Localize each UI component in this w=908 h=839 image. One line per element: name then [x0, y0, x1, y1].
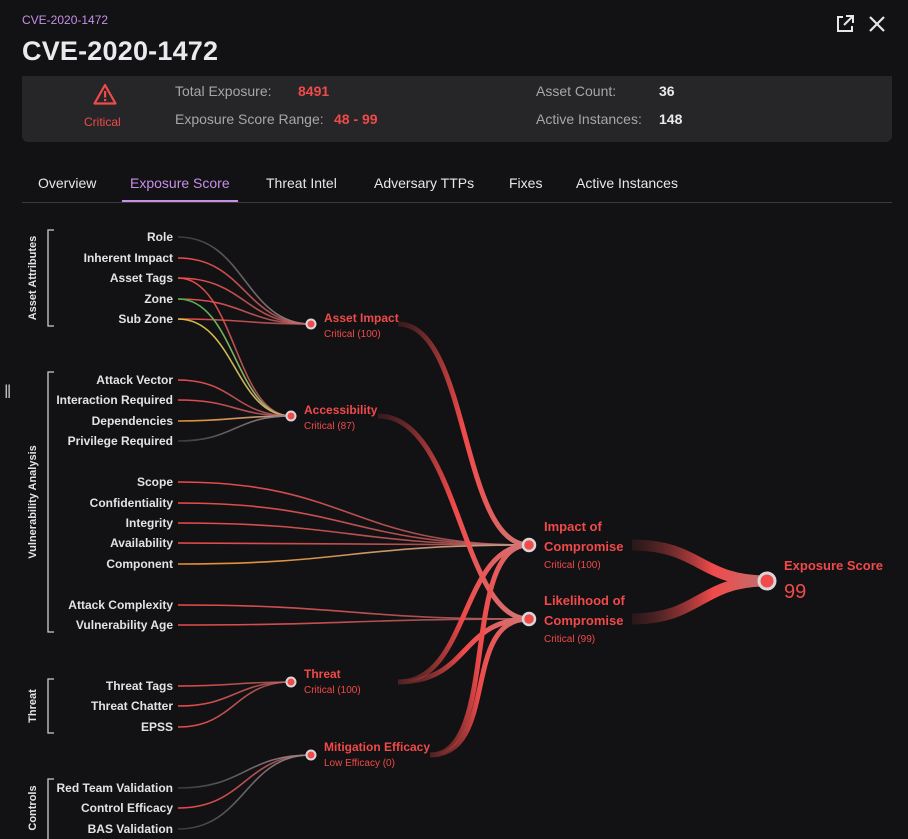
svg-text:Critical (99): Critical (99) — [544, 634, 595, 645]
factor-vulnerability-age: Vulnerability Age — [76, 618, 173, 632]
svg-text:99: 99 — [784, 581, 806, 603]
factor-component: Component — [106, 557, 173, 571]
exposure-score-graph: Asset Attributes Vulnerability Analysis … — [27, 229, 883, 839]
factor-confidentiality: Confidentiality — [90, 496, 174, 510]
node-asset-impact[interactable]: Asset Impact Critical (100) — [305, 311, 399, 340]
node-exposure-score[interactable]: Exposure Score 99 — [757, 558, 883, 603]
factor-threat-chatter: Threat Chatter — [91, 699, 173, 713]
final-links — [631, 539, 768, 625]
factor-scope: Scope — [137, 475, 173, 489]
group-label-controls: Controls — [27, 785, 39, 830]
factor-dependencies: Dependencies — [92, 414, 174, 428]
svg-text:Asset Impact: Asset Impact — [324, 311, 399, 325]
factor-asset-tags: Asset Tags — [110, 271, 173, 285]
factor-integrity: Integrity — [126, 516, 174, 530]
node-accessibility[interactable]: Accessibility Critical (87) — [285, 403, 378, 432]
svg-text:Mitigation Efficacy: Mitigation Efficacy — [324, 740, 430, 754]
factor-red-team-validation: Red Team Validation — [57, 781, 173, 795]
svg-text:Critical (100): Critical (100) — [304, 685, 361, 696]
factor-bas-validation: BAS Validation — [88, 822, 173, 836]
factor-inherent-impact: Inherent Impact — [84, 251, 173, 265]
factor-attack-complexity: Attack Complexity — [68, 598, 173, 612]
group-label-vulnerability-analysis: Vulnerability Analysis — [27, 445, 39, 559]
svg-text:Impact of: Impact of — [544, 519, 602, 534]
factor-attack-vector: Attack Vector — [96, 373, 173, 387]
node-threat[interactable]: Threat Critical (100) — [285, 667, 361, 696]
factor-role: Role — [147, 230, 173, 244]
group-label-threat: Threat — [27, 689, 39, 723]
factor-availability: Availability — [110, 536, 173, 550]
factor-epss: EPSS — [141, 720, 173, 734]
svg-text:Accessibility: Accessibility — [304, 403, 378, 417]
svg-text:Low Efficacy (0): Low Efficacy (0) — [324, 758, 395, 769]
group-label-asset-attributes: Asset Attributes — [27, 236, 39, 321]
node-likelihood-of-compromise[interactable]: Likelihood of Compromise Critical (99) — [521, 593, 626, 645]
svg-text:Exposure Score: Exposure Score — [784, 558, 883, 573]
factor-sub-zone: Sub Zone — [118, 312, 173, 326]
svg-text:Compromise: Compromise — [544, 613, 623, 628]
node-mitigation-efficacy[interactable]: Mitigation Efficacy Low Efficacy (0) — [305, 740, 431, 769]
factor-threat-tags: Threat Tags — [106, 679, 173, 693]
svg-text:Likelihood of: Likelihood of — [544, 593, 626, 608]
factor-privilege-required: Privilege Required — [68, 434, 173, 448]
svg-text:Threat: Threat — [304, 667, 341, 681]
svg-text:Critical (100): Critical (100) — [544, 560, 601, 571]
svg-text:Critical (87): Critical (87) — [304, 421, 355, 432]
svg-text:Critical (100): Critical (100) — [324, 329, 381, 340]
factor-zone: Zone — [144, 292, 173, 306]
factor-interaction-required: Interaction Required — [56, 393, 173, 407]
svg-text:Compromise: Compromise — [544, 539, 623, 554]
factor-control-efficacy: Control Efficacy — [81, 801, 173, 815]
node-impact-of-compromise[interactable]: Impact of Compromise Critical (100) — [521, 519, 623, 571]
